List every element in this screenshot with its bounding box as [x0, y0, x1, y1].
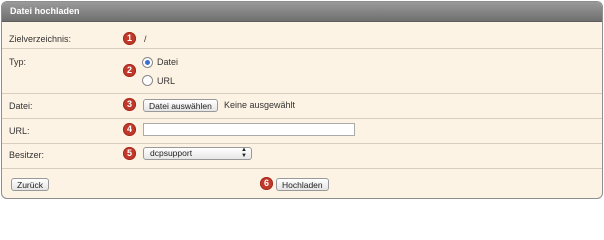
- file-status: Keine ausgewählt: [224, 100, 296, 110]
- target-dir-label: Zielverzeichnis:: [9, 34, 72, 44]
- step-marker-5: 5: [123, 147, 136, 160]
- type-row: Typ: 2 Datei URL: [2, 49, 602, 94]
- owner-select[interactable]: dcpsupport ▲ ▼: [143, 147, 252, 160]
- target-dir-row: Zielverzeichnis: 1 /: [2, 22, 602, 49]
- select-updown-icon: ▲ ▼: [241, 147, 247, 159]
- file-row: Datei: 3 Datei auswählen Keine ausgewähl…: [2, 94, 602, 119]
- target-dir-value: /: [144, 34, 147, 44]
- type-label: Typ:: [9, 57, 27, 67]
- owner-select-value: dcpsupport: [150, 148, 193, 158]
- form-footer: Zurück 6 Hochladen: [2, 169, 602, 198]
- radio-type-url-label: URL: [157, 76, 176, 86]
- radio-type-url[interactable]: [142, 75, 153, 86]
- owner-label: Besitzer:: [9, 150, 45, 160]
- url-row: URL: 4: [2, 119, 602, 144]
- step-marker-3: 3: [123, 98, 136, 111]
- choose-file-button[interactable]: Datei auswählen: [143, 99, 218, 112]
- step-marker-4: 4: [123, 123, 136, 136]
- url-input[interactable]: [143, 123, 355, 136]
- owner-row: Besitzer: 5 dcpsupport ▲ ▼: [2, 144, 602, 169]
- panel-title: Datei hochladen: [2, 2, 602, 22]
- radio-type-file[interactable]: [142, 57, 153, 68]
- back-button[interactable]: Zurück: [11, 178, 49, 191]
- upload-button[interactable]: Hochladen: [276, 178, 329, 191]
- file-label: Datei:: [9, 101, 33, 111]
- step-marker-6: 6: [260, 177, 273, 190]
- upload-panel: Datei hochladen Zielverzeichnis: 1 / Typ…: [1, 1, 603, 199]
- url-label: URL:: [9, 126, 30, 136]
- radio-type-file-label: Datei: [157, 57, 179, 67]
- step-marker-1: 1: [123, 32, 136, 45]
- step-marker-2: 2: [123, 64, 136, 77]
